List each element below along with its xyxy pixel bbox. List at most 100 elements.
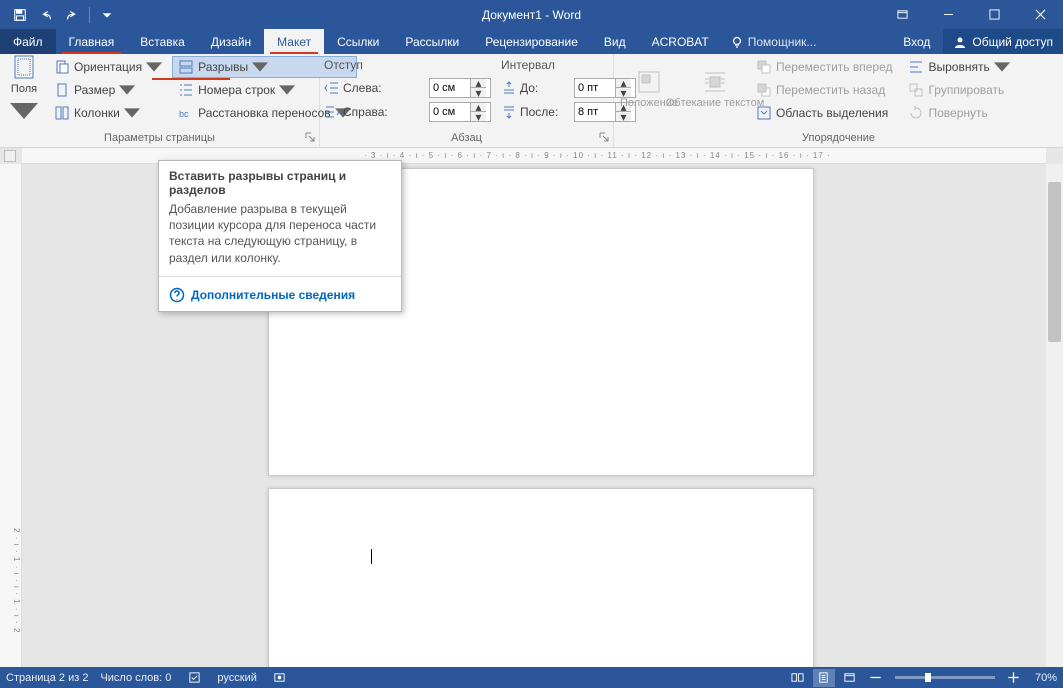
position-button: Положение [618,56,680,122]
orientation-icon [54,59,70,75]
after-label: После: [520,105,558,119]
chevron-down-icon [994,59,1010,75]
save-button[interactable] [8,3,32,27]
spacing-after-icon [501,104,517,120]
spell-check-button[interactable] [183,669,205,687]
zoom-in-button[interactable] [1003,669,1025,687]
share-button[interactable]: Общий доступ [943,29,1063,54]
tab-view[interactable]: Вид [591,29,639,54]
bring-forward-icon [756,59,772,75]
chevron-down-icon [146,59,162,75]
group-label: Параметры страницы [0,132,319,144]
size-icon [54,82,70,98]
view-print-button[interactable] [813,669,835,687]
tab-review[interactable]: Рецензирование [472,29,591,54]
tab-file[interactable]: Файл [0,29,56,54]
tab-design[interactable]: Дизайн [198,29,264,54]
maximize-button[interactable] [971,0,1017,29]
separator [159,276,401,277]
text-cursor [371,549,372,564]
group-paragraph: Отступ Слева: ▴▾ Справа: ▴▾ Интервал До:… [320,54,614,147]
align-icon [908,59,924,75]
columns-button[interactable]: Колонки [48,102,168,124]
zoom-slider[interactable] [895,676,995,679]
share-label: Общий доступ [972,35,1053,49]
tooltip-help-label: Дополнительные сведения [191,288,355,302]
title-bar: Документ1 - Word [0,0,1063,29]
indent-left-icon [324,80,340,96]
undo-button[interactable] [34,3,58,27]
position-icon [636,69,662,95]
ribbon-display-button[interactable] [879,0,925,29]
hyphenation-icon: bc [178,105,194,121]
view-read-button[interactable] [787,669,809,687]
wrap-icon [702,69,728,95]
chevron-down-icon [10,97,38,125]
ribbon-tabs: Файл Главная Вставка Дизайн Макет Ссылки… [0,29,1063,54]
send-backward-button: Переместить назад [750,79,898,101]
tab-references[interactable]: Ссылки [324,29,392,54]
help-icon [169,287,185,303]
tab-acrobat[interactable]: ACROBAT [639,29,722,54]
tooltip-help-link[interactable]: Дополнительные сведения [159,279,401,311]
page-2[interactable] [268,488,814,667]
spacing-before-icon [501,80,517,96]
size-button[interactable]: Размер [48,79,168,101]
tab-mailings[interactable]: Рассылки [392,29,472,54]
status-page[interactable]: Страница 2 из 2 [6,672,88,684]
group-arrange: Положение Обтекание текстом Переместить … [614,54,1063,147]
svg-text:bc: bc [179,109,189,119]
wrap-text-button: Обтекание текстом [684,56,746,122]
tab-home[interactable]: Главная [56,29,128,54]
quick-access-toolbar [0,3,119,27]
status-words[interactable]: Число слов: 0 [100,672,171,684]
status-bar: Страница 2 из 2 Число слов: 0 русский 70… [0,667,1063,688]
tooltip-body: Добавление разрыва в текущей позиции кур… [159,201,401,274]
indent-heading: Отступ [324,56,491,75]
chevron-down-icon [279,82,295,98]
indent-left-input[interactable]: ▴▾ [429,78,491,98]
tab-insert[interactable]: Вставка [127,29,198,54]
zoom-level[interactable]: 70% [1035,672,1057,684]
ribbon: Поля Ориентация Размер Колонки [0,54,1063,148]
tell-me-label: Помощник... [748,35,817,49]
qat-customize-button[interactable] [95,3,119,27]
selection-pane-button[interactable]: Область выделения [750,102,898,124]
group-button: Группировать [902,79,1015,101]
vertical-ruler[interactable]: 2 · ı · 1 · ı · ı · 1 · ı · 2 [0,164,22,667]
dialog-launcher[interactable] [598,131,610,143]
bring-forward-button: Переместить вперед [750,56,898,78]
status-language[interactable]: русский [217,672,256,684]
right-label: Справа: [343,105,388,119]
orientation-button[interactable]: Ориентация [48,56,168,78]
redo-button[interactable] [60,3,84,27]
separator [89,7,90,23]
scrollbar-thumb[interactable] [1048,182,1061,342]
document-title: Документ1 - Word [482,8,581,22]
tab-layout[interactable]: Макет [264,29,324,54]
send-backward-icon [756,82,772,98]
underline-marker [152,78,230,80]
macro-record-button[interactable] [269,669,291,687]
rotate-icon [908,105,924,121]
align-button[interactable]: Выровнять [902,56,1015,78]
minimize-button[interactable] [925,0,971,29]
columns-icon [54,105,70,121]
group-label: Упорядочение [614,132,1063,144]
group-label: Абзац [320,132,613,144]
group-page-setup: Поля Ориентация Размер Колонки [0,54,320,147]
view-web-button[interactable] [839,669,861,687]
spin-down[interactable]: ▾ [471,112,486,121]
sign-in-button[interactable]: Вход [890,29,943,54]
tell-me-search[interactable]: Помощник... [722,29,825,54]
ruler-corner[interactable] [4,150,16,162]
margins-button[interactable]: Поля [4,56,44,122]
zoom-slider-thumb[interactable] [925,673,931,682]
zoom-out-button[interactable] [865,669,887,687]
indent-right-input[interactable]: ▴▾ [429,102,491,122]
line-numbers-icon [178,82,194,98]
close-button[interactable] [1017,0,1063,29]
vertical-scrollbar[interactable] [1046,164,1063,667]
spin-down[interactable]: ▾ [471,88,486,97]
dialog-launcher[interactable] [304,131,316,143]
